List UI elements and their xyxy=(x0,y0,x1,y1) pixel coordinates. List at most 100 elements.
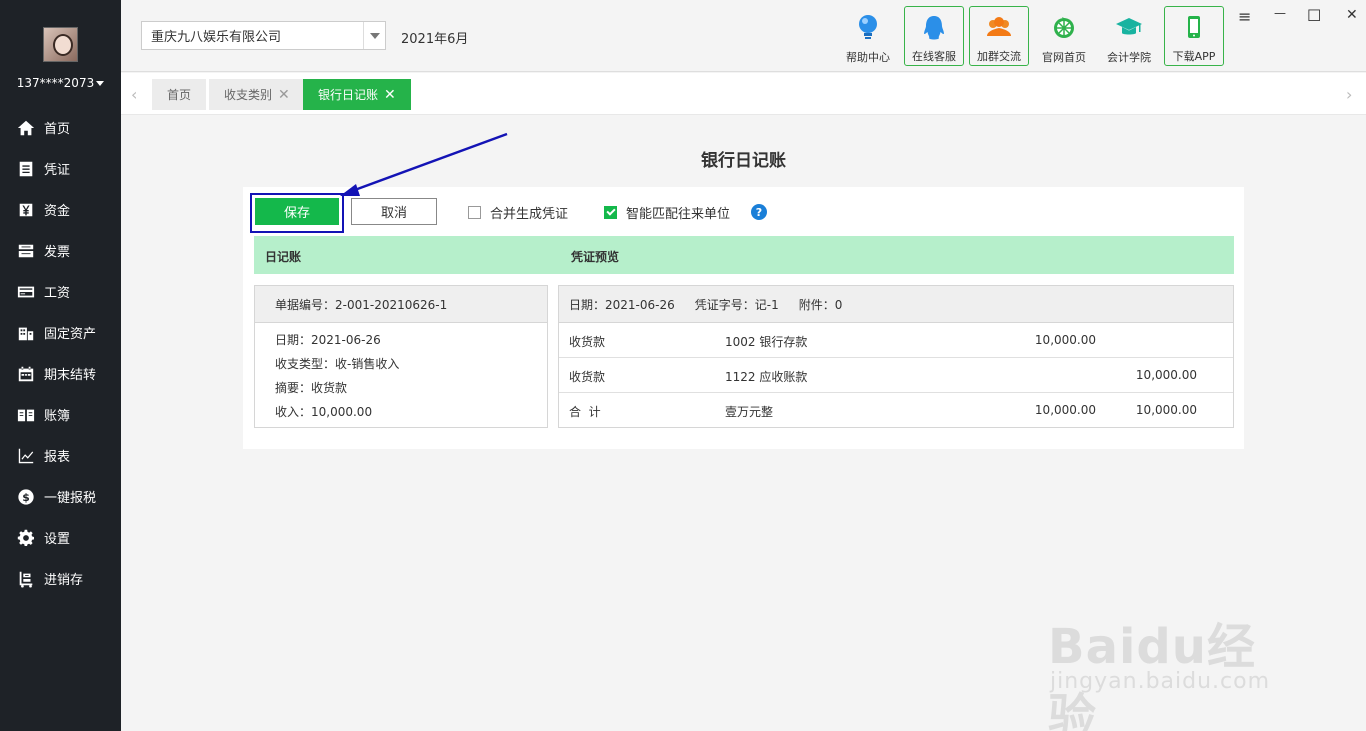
building-icon xyxy=(16,323,36,343)
total-credit: 10,000.00 xyxy=(1135,403,1197,417)
avatar[interactable] xyxy=(43,27,78,62)
save-button[interactable]: 保存 xyxy=(255,198,339,225)
download-app-button[interactable]: 下载APP xyxy=(1164,6,1224,66)
tab-label: 收支类别 xyxy=(224,88,273,102)
tool-label: 官网首页 xyxy=(1042,51,1086,64)
online-service-button[interactable]: 在线客服 xyxy=(904,6,964,66)
help-center-button[interactable]: 帮助中心 xyxy=(838,6,898,66)
sidebar-item-funds[interactable]: 资金 xyxy=(0,189,121,230)
sidebar-item-ledger[interactable]: 账簿 xyxy=(0,394,121,435)
voucher-attachments: 附件：0 xyxy=(798,297,843,312)
journal-date: 日期：2021-06-26 xyxy=(275,333,381,347)
close-icon[interactable]: ✕ xyxy=(384,87,396,103)
company-select[interactable]: 重庆九八娱乐有限公司 xyxy=(141,21,386,50)
sidebar-item-voucher[interactable]: 凭证 xyxy=(0,148,121,189)
tool-label: 在线客服 xyxy=(912,50,956,63)
sidebar-item-tax[interactable]: $ 一键报税 xyxy=(0,476,121,517)
menu-icon[interactable]: ≡ xyxy=(1238,7,1251,26)
maximize-button[interactable]: ☐ xyxy=(1307,6,1321,25)
entry-summary: 收货款 xyxy=(569,335,606,349)
sidebar: 137****2073 首页 凭证 资金 发票 工资 固定资产 期末结转 账簿 … xyxy=(0,0,121,731)
journal-panel: 保存 取消 合并生成凭证 智能匹配往来单位 ? 日记账 凭证预览 单据编号：2-… xyxy=(243,187,1244,449)
sidebar-item-period-end[interactable]: 期末结转 xyxy=(0,353,121,394)
doc-number: 单据编号：2-001-20210626-1 xyxy=(255,286,547,323)
entry-summary: 收货款 xyxy=(569,370,606,384)
dollar-icon: $ xyxy=(16,487,36,507)
entry-account: 1122 应收账款 xyxy=(725,370,808,384)
sidebar-item-label: 首页 xyxy=(44,122,71,137)
entry-credit: 10,000.00 xyxy=(1135,368,1197,382)
sidebar-item-invoice[interactable]: 发票 xyxy=(0,230,121,271)
user-phone: 137****2073 xyxy=(16,76,95,90)
caret-down-icon xyxy=(96,81,105,86)
entry-account: 1002 银行存款 xyxy=(725,335,808,349)
voucher-header: 日期：2021-06-26 凭证字号：记-1 附件：0 xyxy=(559,286,1233,323)
scroll-left-icon[interactable]: ‹ xyxy=(131,85,137,104)
academy-button[interactable]: 会计学院 xyxy=(1099,6,1159,66)
merge-voucher-checkbox[interactable]: 合并生成凭证 xyxy=(468,203,568,222)
voucher-date: 日期：2021-06-26 xyxy=(569,297,675,312)
sidebar-nav: 首页 凭证 资金 发票 工资 固定资产 期末结转 账簿 报表 $ 一键报税 设置… xyxy=(0,107,121,599)
voucher-row: 收货款 1122 应收账款 10,000.00 xyxy=(559,358,1233,393)
inventory-icon xyxy=(16,569,36,589)
sidebar-item-label: 工资 xyxy=(44,286,71,301)
book-icon xyxy=(16,405,36,425)
sidebar-item-inventory[interactable]: 进销存 xyxy=(0,558,121,599)
watermark-sub: jingyan.baidu.com xyxy=(1050,669,1271,694)
sidebar-item-label: 凭证 xyxy=(44,163,71,178)
accounting-period[interactable]: 2021年6月 xyxy=(401,28,468,47)
tool-label: 会计学院 xyxy=(1107,51,1151,64)
sidebar-item-label: 固定资产 xyxy=(44,327,97,342)
lightbulb-icon xyxy=(859,15,877,39)
total-debit: 10,000.00 xyxy=(1034,403,1096,417)
smart-match-checkbox[interactable]: 智能匹配往来单位 xyxy=(604,203,730,222)
group-icon xyxy=(987,17,1011,36)
sidebar-item-label: 一键报税 xyxy=(44,491,97,506)
sidebar-item-settings[interactable]: 设置 xyxy=(0,517,121,558)
voucher-row: 收货款 1002 银行存款 10,000.00 xyxy=(559,323,1233,358)
dropdown-button[interactable] xyxy=(363,22,385,49)
invoice-icon xyxy=(16,241,36,261)
minimize-button[interactable]: — xyxy=(1274,6,1286,20)
sidebar-item-salary[interactable]: 工资 xyxy=(0,271,121,312)
join-group-button[interactable]: 加群交流 xyxy=(969,6,1029,66)
checkbox-checked[interactable] xyxy=(604,206,617,219)
voucher-preview-card: 日期：2021-06-26 凭证字号：记-1 附件：0 收货款 1002 银行存… xyxy=(558,285,1234,428)
sidebar-item-reports[interactable]: 报表 xyxy=(0,435,121,476)
close-button[interactable]: ✕ xyxy=(1346,7,1358,23)
calendar-icon xyxy=(16,364,36,384)
tab-bank-journal[interactable]: 银行日记账 ✕ xyxy=(303,79,411,110)
sidebar-item-home[interactable]: 首页 xyxy=(0,107,121,148)
svg-text:$: $ xyxy=(22,491,30,504)
total-label: 合 计 xyxy=(569,405,601,419)
chevron-down-icon xyxy=(369,32,380,39)
home-icon xyxy=(16,118,36,138)
phone-icon xyxy=(1188,16,1200,38)
tab-label: 银行日记账 xyxy=(318,88,379,102)
sidebar-item-label: 进销存 xyxy=(44,573,84,588)
document-icon xyxy=(16,159,36,179)
website-home-button[interactable]: 官网首页 xyxy=(1034,6,1094,66)
close-icon[interactable]: ✕ xyxy=(278,87,290,103)
journal-type: 收支类型：收-销售收入 xyxy=(275,357,400,371)
help-icon[interactable]: ? xyxy=(751,204,767,220)
checkbox-label: 智能匹配往来单位 xyxy=(626,207,731,222)
scroll-right-icon[interactable]: › xyxy=(1346,85,1352,104)
baidu-watermark: Baidu经验 jingyan.baidu.com xyxy=(1040,585,1300,731)
sidebar-item-fixed-assets[interactable]: 固定资产 xyxy=(0,312,121,353)
tab-home[interactable]: 首页 xyxy=(152,79,207,110)
user-menu[interactable]: 137****2073 xyxy=(0,76,121,90)
page-title: 银行日记账 xyxy=(701,151,786,171)
tool-label: 下载APP xyxy=(1172,50,1216,63)
tab-label: 首页 xyxy=(167,88,192,102)
checkbox-box[interactable] xyxy=(468,206,481,219)
cancel-button[interactable]: 取消 xyxy=(351,198,437,225)
journal-summary: 摘要：收货款 xyxy=(275,381,348,395)
tab-income-categories[interactable]: 收支类别 ✕ xyxy=(209,79,305,110)
section-header-bar: 日记账 凭证预览 xyxy=(254,236,1234,274)
gear-icon xyxy=(16,528,36,548)
sidebar-item-label: 发票 xyxy=(44,245,71,260)
lemon-icon xyxy=(1054,17,1074,38)
entry-debit: 10,000.00 xyxy=(1034,333,1096,347)
tool-label: 加群交流 xyxy=(977,50,1021,63)
